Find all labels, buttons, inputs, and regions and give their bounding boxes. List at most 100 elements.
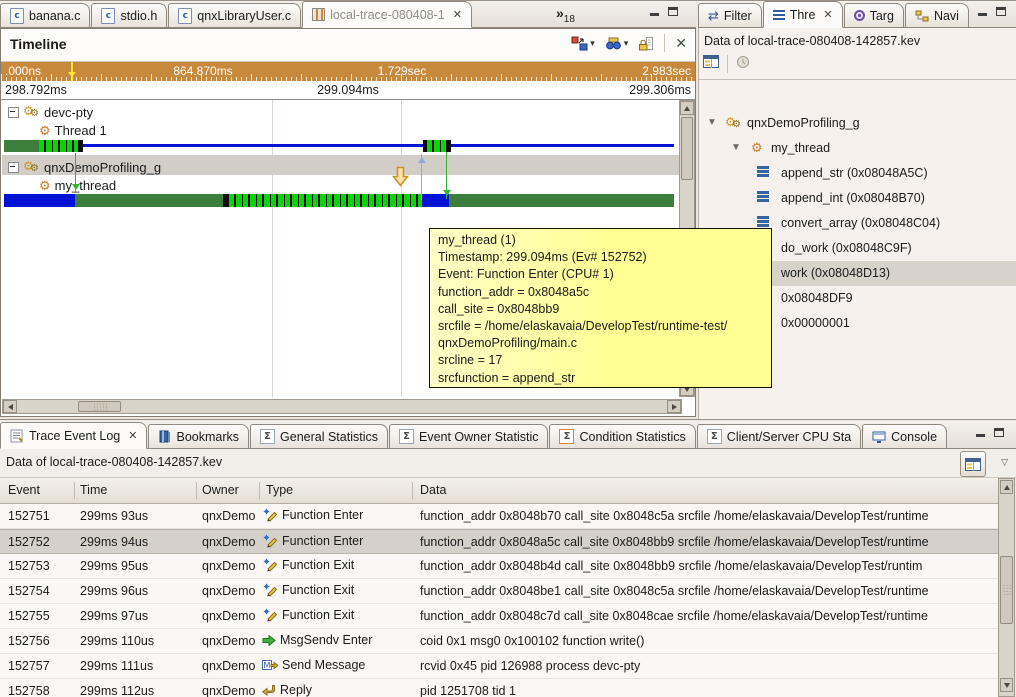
row-label: my_thread: [55, 178, 116, 193]
timeline-row-qnxdemoprofiling-g[interactable]: ⚙⚙qnxDemoProfiling_g: [8, 158, 161, 176]
tab-condition-statistics[interactable]: ΣCondition Statistics: [549, 424, 695, 448]
event-row-152753[interactable]: 152753299ms 95usqnxDemoFunction Exitfunc…: [0, 554, 998, 579]
hscroll-thumb[interactable]: [78, 401, 121, 412]
toolbar-separator: [699, 79, 1016, 80]
tab-stdio-h[interactable]: cstdio.h: [91, 3, 167, 27]
tab-filter[interactable]: ⇄Filter: [698, 3, 762, 27]
tree-item-qnxdemoprofiling-g[interactable]: ▼⚙⚙qnxDemoProfiling_g: [699, 111, 1016, 136]
vscroll-thumb[interactable]: [681, 117, 693, 180]
scroll-up-icon[interactable]: [1000, 480, 1013, 494]
tab-console[interactable]: Console: [862, 424, 947, 448]
tab-navi[interactable]: Navi: [905, 3, 969, 27]
event-type-label: Function Exit: [282, 608, 354, 622]
tab-targ[interactable]: Targ: [844, 3, 904, 27]
time-cursor-marker[interactable]: [71, 62, 73, 81]
scroll-up-icon[interactable]: [680, 101, 694, 115]
tab-label: Navi: [934, 9, 959, 23]
tab-event-owner-statistic[interactable]: ΣEvent Owner Statistic: [389, 424, 549, 448]
timeline-ruler-window[interactable]: 298.792ms299.094ms299.306ms: [1, 81, 695, 100]
event-row-152758[interactable]: 152758299ms 112usqnxDemoReplypid 1251708…: [0, 679, 998, 697]
thread-icon: ⚙: [751, 141, 763, 154]
mythread-activity-bar[interactable]: [2, 194, 680, 207]
event-row-152751[interactable]: 152751299ms 93usqnxDemoFunction Enterfun…: [0, 504, 998, 529]
column-header-event[interactable]: Event: [8, 483, 40, 497]
tab-thre[interactable]: Thre✕: [763, 1, 843, 28]
toolbar-close-button[interactable]: ✕: [675, 35, 687, 52]
toolbar-lock-button[interactable]: [638, 36, 654, 51]
toolbar-zoom-mode-button[interactable]: ▾: [571, 36, 595, 51]
column-header-data[interactable]: Data: [420, 483, 446, 497]
tab-bookmarks[interactable]: Bookmarks: [148, 424, 249, 448]
maximize-icon[interactable]: [996, 5, 1006, 16]
right-panel-tab-bar: ⇄FilterThre✕Targ Navi: [698, 1, 1016, 28]
dropdown-arrow-icon[interactable]: ▾: [624, 38, 629, 49]
close-icon[interactable]: ✕: [823, 8, 832, 21]
close-icon[interactable]: ✕: [453, 8, 462, 21]
tree-item-label: 0x08048DF9: [781, 291, 853, 305]
vscroll-thumb[interactable]: [1000, 556, 1013, 624]
column-header-time[interactable]: Time: [80, 483, 107, 497]
event-table-header[interactable]: Event Time Owner Type Data: [0, 478, 998, 504]
tree-item-label: 0x00000001: [781, 316, 850, 330]
scroll-left-icon[interactable]: [3, 400, 17, 413]
tab-qnxlibraryuser-c[interactable]: cqnxLibraryUser.c: [168, 3, 301, 27]
editor-tab-overflow[interactable]: »18: [556, 5, 575, 25]
tab-local-trace-080408-1[interactable]: local-trace-080408-1 ✕: [302, 1, 472, 28]
timeline-row-thread-1[interactable]: ⚙Thread 1: [39, 121, 107, 139]
tab-label: local-trace-080408-1: [330, 8, 445, 22]
tree-item-append-str-0x08048a5c[interactable]: append_str (0x08048A5C): [699, 161, 1016, 186]
cell-event: 152751: [8, 509, 72, 523]
timeline-ruler-seconds[interactable]: .000ns864.870ms1.729sec2.983sec: [1, 62, 695, 81]
dropdown-arrow-icon[interactable]: ▾: [590, 38, 595, 49]
maximize-icon[interactable]: [994, 426, 1004, 437]
minimize-icon[interactable]: [978, 5, 987, 16]
timeline-row-devc-pty[interactable]: ⚙⚙devc-pty: [8, 103, 93, 121]
scroll-down-icon[interactable]: [1000, 678, 1013, 692]
trace-cursor-icon[interactable]: [392, 166, 409, 192]
minimize-icon[interactable]: [650, 5, 659, 16]
collapse-icon[interactable]: [8, 107, 19, 118]
tab-client-server-cpu-sta[interactable]: ΣClient/Server CPU Sta: [697, 424, 861, 448]
column-separator[interactable]: [196, 482, 197, 499]
close-icon: ✕: [675, 35, 687, 52]
tree-item-append-int-0x08048b70[interactable]: append_int (0x08048B70): [699, 186, 1016, 211]
column-separator[interactable]: [74, 482, 75, 499]
view-menu-icon[interactable]: ▽: [1001, 457, 1008, 468]
tab-general-statistics[interactable]: ΣGeneral Statistics: [250, 424, 388, 448]
column-header-owner[interactable]: Owner: [202, 483, 239, 497]
toolbar-search-events-button[interactable]: ▾: [605, 37, 629, 50]
tree-item-my-thread[interactable]: ▼⚙my_thread: [699, 136, 1016, 161]
toolbar-grid-table-button[interactable]: [703, 55, 719, 73]
maximize-icon[interactable]: [668, 5, 678, 16]
lock-icon: [638, 36, 654, 51]
tab-banana-c[interactable]: cbanana.c: [0, 3, 90, 27]
process-icon: ⚙⚙: [23, 105, 40, 119]
table-vscrollbar[interactable]: [998, 478, 1015, 697]
cell-owner: qnxDemo: [202, 634, 258, 648]
tab-trace-event-log[interactable]: Trace Event Log✕: [0, 422, 147, 449]
timeline-hscrollbar[interactable]: [2, 399, 682, 414]
column-header-type[interactable]: Type: [266, 483, 293, 497]
cell-time: 299ms 95us: [80, 559, 196, 573]
event-type-label: Function Exit: [282, 558, 354, 572]
columns-button[interactable]: [960, 451, 986, 477]
close-icon[interactable]: ✕: [128, 429, 137, 442]
event-row-152756[interactable]: 152756299ms 110usqnxDemoMsgSendv Enterco…: [0, 629, 998, 654]
tree-item-label: work (0x08048D13): [781, 266, 890, 280]
reply-icon: [262, 685, 276, 696]
minimize-icon[interactable]: [976, 426, 985, 437]
event-row-152755[interactable]: 152755299ms 97usqnxDemoFunction Exitfunc…: [0, 604, 998, 629]
column-separator[interactable]: [412, 482, 413, 499]
expanded-arrow-icon[interactable]: ▼: [731, 143, 741, 153]
thread1-activity-bar[interactable]: [2, 140, 680, 152]
scroll-right-icon[interactable]: [667, 400, 681, 413]
ruler-label: 2.983sec: [642, 64, 691, 78]
event-row-152757[interactable]: 152757299ms 111usqnxDemoMSend Messagercv…: [0, 654, 998, 679]
column-separator[interactable]: [259, 482, 260, 499]
event-row-152752[interactable]: 152752299ms 94usqnxDemoFunction Enterfun…: [0, 529, 998, 554]
expanded-arrow-icon[interactable]: ▼: [707, 118, 717, 128]
cell-owner: qnxDemo: [202, 559, 258, 573]
event-row-152754[interactable]: 152754299ms 96usqnxDemoFunction Exitfunc…: [0, 579, 998, 604]
collapse-icon[interactable]: [8, 162, 19, 173]
cell-event: 152753: [8, 559, 72, 573]
